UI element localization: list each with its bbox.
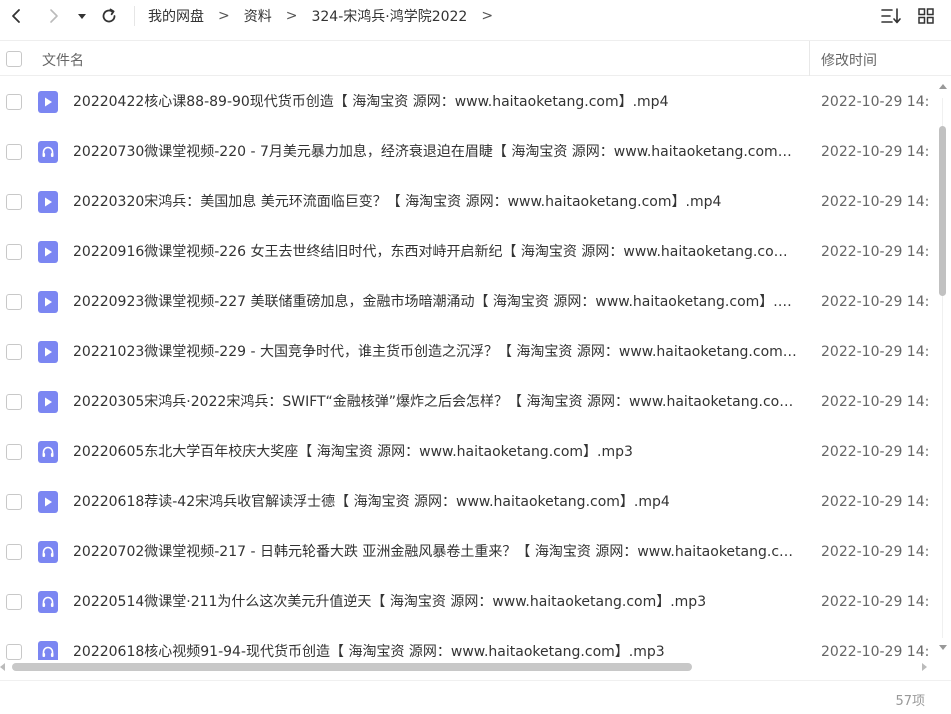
toolbar-divider [134, 6, 135, 26]
breadcrumb: 我的网盘 > 资料 > 324-宋鸿兵·鸿学院2022 > [148, 5, 507, 27]
breadcrumb-item-my-drive[interactable]: 我的网盘 [148, 6, 204, 26]
file-name[interactable]: 20220514微课堂·211为什么这次美元升值逆天【 海淘宝资 源网：www.… [73, 593, 799, 611]
video-file-icon [38, 391, 58, 413]
view-mode-button[interactable] [914, 5, 938, 27]
file-modified-time: 2022-10-29 14: [821, 94, 930, 110]
video-file-icon [38, 91, 58, 113]
video-file-icon [38, 491, 58, 513]
scroll-right-arrow-icon[interactable] [922, 663, 927, 671]
video-file-icon [38, 291, 58, 313]
footer-divider [0, 680, 951, 681]
sort-icon [881, 8, 901, 24]
file-name[interactable]: 20220916微课堂视频-226 女王去世终结旧时代，东西对峙开启新纪【 海淘… [73, 243, 799, 261]
file-row[interactable]: 20220618荐读-42宋鸿兵收官解读浮士德【 海淘宝资 源网：www.hai… [0, 477, 936, 527]
file-name[interactable]: 20221023微课堂视频-229 - 大国竞争时代，谁主货币创造之沉浮？【 海… [73, 343, 799, 361]
file-name[interactable]: 20220618荐读-42宋鸿兵收官解读浮士德【 海淘宝资 源网：www.hai… [73, 493, 799, 511]
file-modified-time: 2022-10-29 14: [821, 494, 930, 510]
file-row[interactable]: 20220618核心视频91-94-现代货币创造【 海淘宝资 源网：www.ha… [0, 627, 936, 660]
file-row-checkbox[interactable] [6, 394, 22, 410]
file-modified-time: 2022-10-29 14: [821, 244, 930, 260]
toolbar: 我的网盘 > 资料 > 324-宋鸿兵·鸿学院2022 > [0, 0, 951, 32]
file-name[interactable]: 20220605东北大学百年校庆大奖座【 海淘宝资 源网：www.haitaok… [73, 443, 799, 461]
column-header-modified-time[interactable]: 修改时间 [821, 50, 877, 70]
file-name[interactable]: 20220618核心视频91-94-现代货币创造【 海淘宝资 源网：www.ha… [73, 643, 799, 660]
history-dropdown-button[interactable] [72, 4, 92, 28]
file-name[interactable]: 20220923微课堂视频-227 美联储重磅加息，金融市场暗潮涌动【 海淘宝资… [73, 293, 799, 311]
vertical-scroll-thumb[interactable] [939, 126, 946, 296]
column-header: 文件名 修改时间 [0, 40, 951, 76]
horizontal-scroll-thumb[interactable] [12, 663, 692, 671]
file-row[interactable]: 20220702微课堂视频-217 - 日韩元轮番大跌 亚洲金融风暴卷土重来？【… [0, 527, 936, 577]
file-row[interactable]: 20220916微课堂视频-226 女王去世终结旧时代，东西对峙开启新纪【 海淘… [0, 227, 936, 277]
file-list: 20220422核心课88-89-90现代货币创造【 海淘宝资 源网：www.h… [0, 77, 936, 660]
file-row-checkbox[interactable] [6, 194, 22, 210]
horizontal-scrollbar[interactable] [0, 660, 936, 674]
breadcrumb-separator: > [218, 8, 230, 24]
file-row[interactable]: 20221023微课堂视频-229 - 大国竞争时代，谁主货币创造之沉浮？【 海… [0, 327, 936, 377]
file-name[interactable]: 20220422核心课88-89-90现代货币创造【 海淘宝资 源网：www.h… [73, 93, 799, 111]
video-file-icon [38, 341, 58, 363]
caret-down-icon [78, 14, 86, 19]
file-row-checkbox[interactable] [6, 94, 22, 110]
file-name[interactable]: 20220730微课堂视频-220 - 7月美元暴力加息，经济衰退迫在眉睫【 海… [73, 143, 799, 161]
file-row[interactable]: 20220305宋鸿兵·2022宋鸿兵：SWIFT“金融核弹”爆炸之后会怎样？【… [0, 377, 936, 427]
breadcrumb-separator: > [285, 8, 298, 24]
file-modified-time: 2022-10-29 14: [821, 644, 930, 660]
chevron-left-icon [12, 9, 20, 23]
file-row-checkbox[interactable] [6, 494, 22, 510]
file-modified-time: 2022-10-29 14: [821, 444, 930, 460]
file-modified-time: 2022-10-29 14: [821, 344, 930, 360]
refresh-icon [102, 8, 116, 23]
grid-view-icon [918, 8, 934, 24]
file-name[interactable]: 20220320宋鸿兵：美国加息 美元环流面临巨变？【 海淘宝资 源网：www.… [73, 193, 799, 211]
scroll-up-arrow-icon[interactable] [939, 84, 947, 89]
audio-file-icon [38, 541, 58, 563]
file-name[interactable]: 20220305宋鸿兵·2022宋鸿兵：SWIFT“金融核弹”爆炸之后会怎样？【… [73, 393, 799, 411]
file-row[interactable]: 20220730微课堂视频-220 - 7月美元暴力加息，经济衰退迫在眉睫【 海… [0, 127, 936, 177]
refresh-button[interactable] [97, 4, 121, 28]
scroll-down-arrow-icon[interactable] [939, 645, 947, 650]
file-row-checkbox[interactable] [6, 344, 22, 360]
vertical-scrollbar[interactable] [937, 84, 949, 650]
file-modified-time: 2022-10-29 14: [821, 194, 930, 210]
scroll-left-arrow-icon[interactable] [0, 663, 5, 671]
video-file-icon [38, 241, 58, 263]
forward-button[interactable] [42, 4, 66, 28]
breadcrumb-dropdown-separator[interactable]: > [481, 8, 493, 24]
audio-file-icon [38, 591, 58, 613]
audio-file-icon [38, 441, 58, 463]
file-row[interactable]: 20220320宋鸿兵：美国加息 美元环流面临巨变？【 海淘宝资 源网：www.… [0, 177, 936, 227]
file-row-checkbox[interactable] [6, 444, 22, 460]
audio-file-icon [38, 641, 58, 660]
sort-button[interactable] [879, 5, 903, 27]
file-modified-time: 2022-10-29 14: [821, 594, 930, 610]
file-modified-time: 2022-10-29 14: [821, 294, 930, 310]
video-file-icon [38, 191, 58, 213]
column-header-name[interactable]: 文件名 [42, 50, 84, 70]
file-row-checkbox[interactable] [6, 544, 22, 560]
breadcrumb-item-materials[interactable]: 资料 [244, 6, 272, 26]
file-row[interactable]: 20220422核心课88-89-90现代货币创造【 海淘宝资 源网：www.h… [0, 77, 936, 127]
file-row[interactable]: 20220923微课堂视频-227 美联储重磅加息，金融市场暗潮涌动【 海淘宝资… [0, 277, 936, 327]
file-row[interactable]: 20220605东北大学百年校庆大奖座【 海淘宝资 源网：www.haitaok… [0, 427, 936, 477]
file-row-checkbox[interactable] [6, 244, 22, 260]
file-row-checkbox[interactable] [6, 594, 22, 610]
file-modified-time: 2022-10-29 14: [821, 144, 930, 160]
audio-file-icon [38, 141, 58, 163]
file-modified-time: 2022-10-29 14: [821, 394, 930, 410]
select-all-checkbox[interactable] [6, 51, 22, 67]
chevron-right-icon [50, 9, 58, 23]
file-row-checkbox[interactable] [6, 644, 22, 660]
file-row[interactable]: 20220514微课堂·211为什么这次美元升值逆天【 海淘宝资 源网：www.… [0, 577, 936, 627]
back-button[interactable] [4, 4, 28, 28]
file-name[interactable]: 20220702微课堂视频-217 - 日韩元轮番大跌 亚洲金融风暴卷土重来？【… [73, 543, 799, 561]
item-count: 57项 [895, 694, 925, 709]
file-modified-time: 2022-10-29 14: [821, 544, 930, 560]
column-resize-handle[interactable] [809, 41, 810, 76]
file-row-checkbox[interactable] [6, 144, 22, 160]
breadcrumb-item-current-folder[interactable]: 324-宋鸿兵·鸿学院2022 [311, 6, 467, 26]
file-row-checkbox[interactable] [6, 294, 22, 310]
